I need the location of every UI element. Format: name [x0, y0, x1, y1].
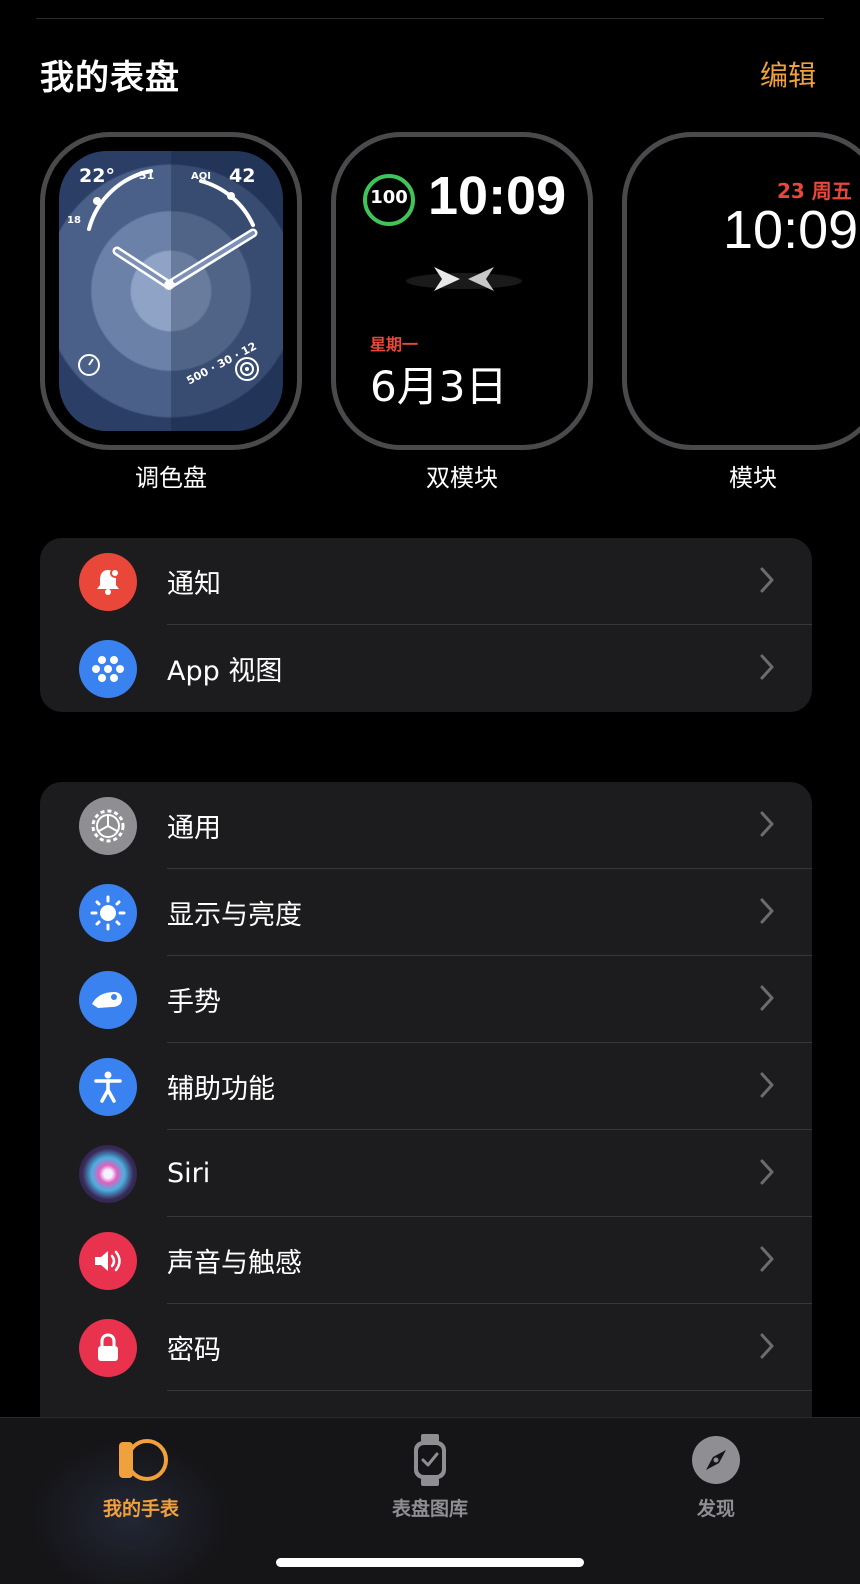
settings-row-display-brightness[interactable]: 显示与亮度: [40, 869, 812, 956]
settings-group-general: 通用 显示与亮度 手势 辅助功能 Siri 声音与触感 密码: [40, 782, 812, 1422]
watch-face-name: 调色盘: [135, 464, 207, 492]
battery-value: 100: [370, 187, 408, 208]
siri-icon: [79, 1145, 137, 1203]
tab-discover[interactable]: 发现: [626, 1432, 806, 1521]
lock-icon: [79, 1319, 137, 1377]
tab-label: 我的手表: [102, 1498, 179, 1520]
watch-face-name: 模块: [729, 464, 777, 492]
face-gallery-icon: [414, 1434, 446, 1486]
settings-row-app-view[interactable]: App 视图: [40, 625, 812, 712]
bell-icon: [79, 553, 137, 611]
time-display: 10:09: [723, 200, 859, 260]
date-display: 6月3日: [370, 362, 508, 411]
settings-row-gestures[interactable]: 手势: [40, 956, 812, 1043]
watch-face-palette[interactable]: 22° 31 18 AQI 42 500 · 30 · 12 调色盘: [40, 132, 302, 492]
app-grid-icon: [79, 640, 137, 698]
palette-dial-graphics: [78, 169, 259, 381]
top-divider: [36, 18, 824, 19]
settings-row-accessibility[interactable]: 辅助功能: [40, 1043, 812, 1130]
brand-logo-icon: [406, 267, 522, 291]
tab-face-gallery[interactable]: 表盘图库: [340, 1432, 520, 1521]
chevron-right-icon: [760, 567, 774, 593]
home-indicator[interactable]: [276, 1558, 584, 1567]
my-watch-icon: [119, 1439, 168, 1481]
settings-row-notifications[interactable]: 通知: [40, 538, 812, 625]
temperature-high: 31: [139, 169, 155, 182]
temperature-value: 22°: [79, 165, 115, 187]
watch-face-modular[interactable]: 23 周五 10:09 模块: [622, 132, 860, 492]
section-title: 我的表盘: [40, 58, 180, 98]
sun-icon: [79, 884, 137, 942]
watch-case: 22° 31 18 AQI 42 500 · 30 · 12: [40, 132, 302, 450]
row-label: 显示与亮度: [167, 900, 302, 931]
chevron-right-icon: [760, 1072, 774, 1098]
row-label: 通知: [167, 569, 221, 600]
row-label: 声音与触感: [167, 1248, 302, 1279]
watch-case: 23 周五 10:09: [622, 132, 860, 450]
chevron-right-icon: [760, 1333, 774, 1359]
edit-button[interactable]: 编辑: [760, 54, 816, 94]
settings-row-siri[interactable]: Siri: [40, 1130, 812, 1217]
chevron-right-icon: [760, 1246, 774, 1272]
row-label: 密码: [167, 1335, 221, 1366]
gear-icon: [79, 797, 137, 855]
row-label: 通用: [167, 813, 221, 844]
row-label: App 视图: [167, 656, 283, 687]
compass-icon: [692, 1436, 740, 1484]
accessibility-icon: [79, 1058, 137, 1116]
chevron-right-icon: [760, 898, 774, 924]
watch-face-modular-duo[interactable]: 100 10:09 星期一 6月3日 双模块: [331, 132, 593, 492]
aqi-value: 42: [229, 165, 256, 187]
palette-face-screen: 22° 31 18 AQI 42 500 · 30 · 12: [59, 151, 283, 431]
chevron-right-icon: [760, 654, 774, 680]
row-label: 辅助功能: [167, 1074, 275, 1105]
settings-row-general[interactable]: 通用: [40, 782, 812, 869]
settings-row-passcode[interactable]: 密码: [40, 1304, 812, 1391]
tab-my-watch[interactable]: 我的手表: [51, 1432, 231, 1521]
chevron-right-icon: [760, 811, 774, 837]
tab-label: 表盘图库: [391, 1498, 468, 1520]
weekday-label: 星期一: [370, 335, 419, 354]
hand-gesture-icon: [79, 971, 137, 1029]
settings-row-sounds-haptics[interactable]: 声音与触感: [40, 1217, 812, 1304]
tab-label: 发现: [696, 1498, 735, 1520]
temperature-low: 18: [67, 215, 81, 226]
chevron-right-icon: [760, 1159, 774, 1185]
settings-group-notifications: 通知 App 视图: [40, 538, 812, 712]
watch-faces-carousel[interactable]: 22° 31 18 AQI 42 500 · 30 · 12 调色盘 100 1…: [0, 132, 860, 502]
time-display: 10:09: [428, 166, 567, 226]
row-label: Siri: [167, 1158, 211, 1189]
watch-case: 100 10:09 星期一 6月3日: [331, 132, 593, 450]
aqi-label: AQI: [191, 171, 211, 182]
speaker-icon: [79, 1232, 137, 1290]
chevron-right-icon: [760, 985, 774, 1011]
watch-face-name: 双模块: [426, 464, 498, 492]
row-label: 手势: [167, 987, 221, 1018]
